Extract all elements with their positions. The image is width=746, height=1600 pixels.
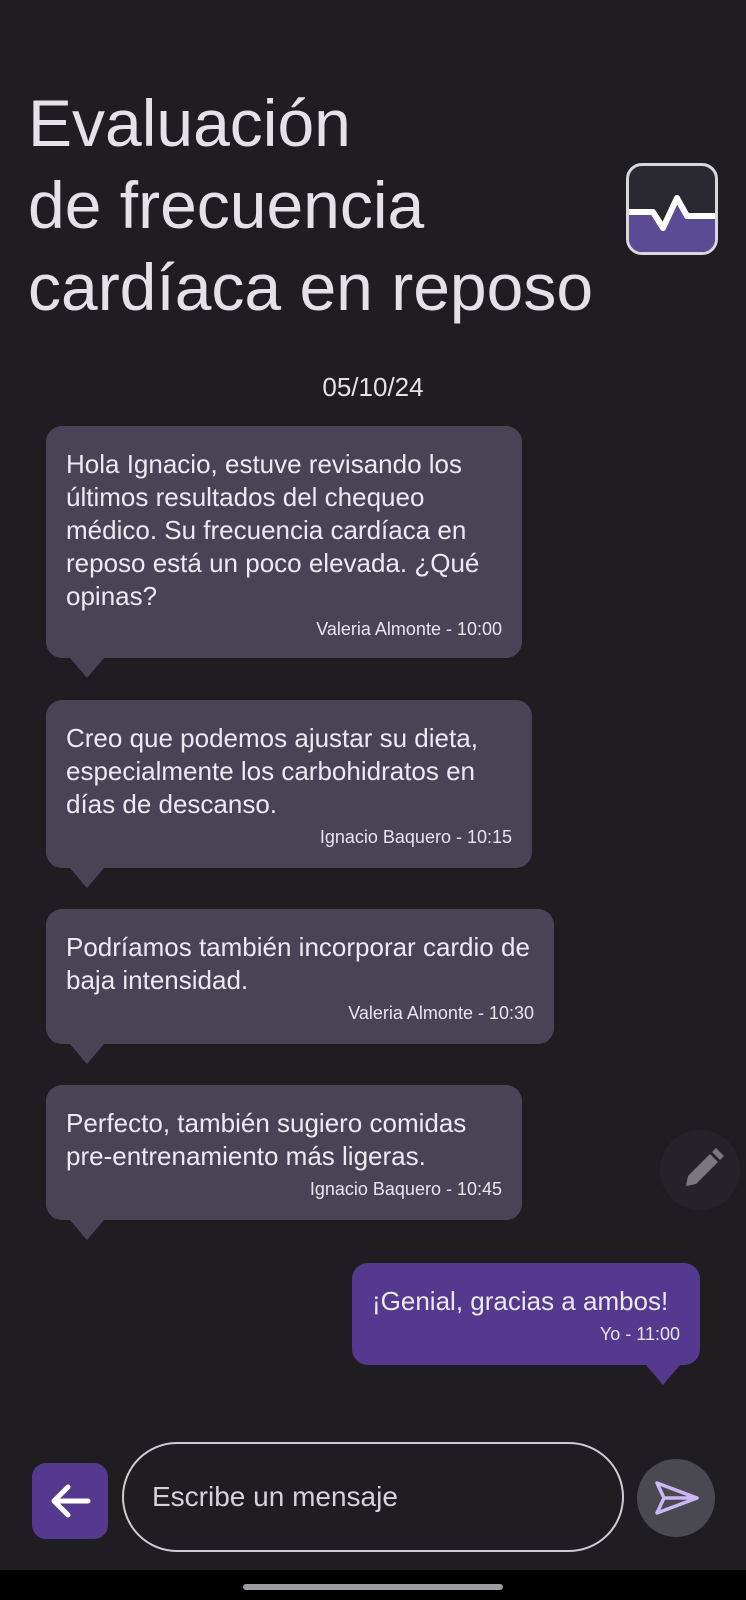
message-bubble: Creo que podemos ajustar su dieta, espec… xyxy=(46,700,532,888)
title-line: Evaluación xyxy=(28,86,351,160)
message-meta: Ignacio Baquero - 10:15 xyxy=(319,827,512,847)
message-bubble: Perfecto, también sugiero comidas pre-en… xyxy=(46,1085,522,1240)
heart-rate-icon xyxy=(626,163,718,255)
bubble-tail xyxy=(70,1044,104,1064)
send-button[interactable] xyxy=(637,1459,715,1537)
message-meta: Valeria Almonte - 10:30 xyxy=(348,1003,534,1023)
edit-button[interactable] xyxy=(660,1130,740,1210)
bubble-tail xyxy=(70,868,104,888)
arrow-left-icon xyxy=(51,1484,91,1518)
title-line: cardíaca en reposo xyxy=(28,250,594,324)
message-text: Creo que podemos ajustar su dieta, espec… xyxy=(66,723,478,819)
message-text: Perfecto, también sugiero comidas pre-en… xyxy=(66,1108,467,1171)
pencil-icon xyxy=(686,1148,724,1186)
page-title: Evaluación de frecuencia cardíaca en rep… xyxy=(28,82,618,328)
bubble-tail xyxy=(70,1220,104,1240)
gesture-handle[interactable] xyxy=(243,1584,503,1590)
title-line: de frecuencia xyxy=(28,168,425,242)
message-text: ¡Genial, gracias a ambos! xyxy=(372,1286,669,1316)
send-icon xyxy=(655,1481,699,1515)
message-bubble: Hola Ignacio, estuve revisando los últim… xyxy=(46,426,522,678)
conversation-date: 05/10/24 xyxy=(322,372,424,402)
message-meta: Ignacio Baquero - 10:45 xyxy=(309,1179,502,1199)
message-meta: Yo - 11:00 xyxy=(599,1324,680,1344)
message-text: Hola Ignacio, estuve revisando los últim… xyxy=(66,449,480,611)
bubble-tail xyxy=(646,1365,680,1385)
message-bubble: Podríamos también incorporar cardio de b… xyxy=(46,909,554,1064)
message-text: Podríamos también incorporar cardio de b… xyxy=(66,932,530,995)
message-meta: Valeria Almonte - 10:00 xyxy=(316,619,502,639)
message-input[interactable] xyxy=(122,1442,624,1552)
bubble-tail xyxy=(70,658,104,678)
back-button[interactable] xyxy=(32,1463,108,1539)
message-bubble-outgoing: ¡Genial, gracias a ambos! Yo - 11:00 xyxy=(352,1263,700,1385)
